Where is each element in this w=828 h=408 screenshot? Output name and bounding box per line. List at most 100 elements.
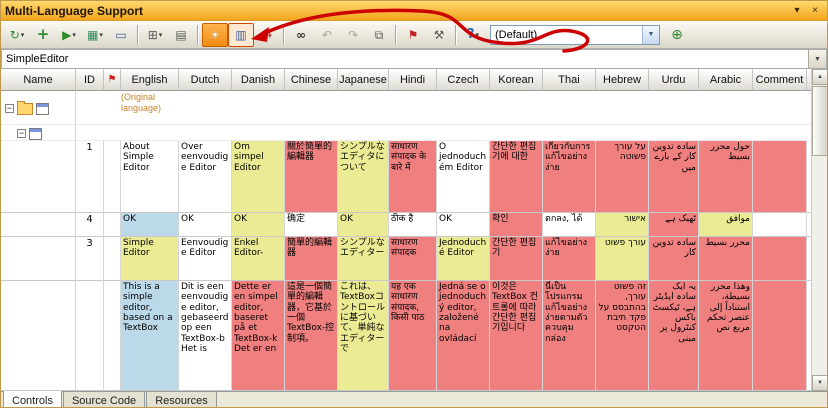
find-prev-button[interactable]: ↶	[314, 23, 340, 47]
tree-cell[interactable]: −	[1, 125, 76, 141]
run-button[interactable]: ▶ ▾	[56, 23, 82, 47]
cell-arabic[interactable]: محرر بسيط	[699, 237, 753, 281]
col-header-comment[interactable]: Comment	[753, 69, 807, 91]
cell-chinese[interactable]: 這是一個簡單的編輯器，它基於一個TextBox-控制項。	[285, 281, 338, 391]
name-cell[interactable]	[1, 141, 76, 213]
col-header-hindi[interactable]: Hindi	[389, 69, 437, 91]
titlebar[interactable]: Multi-Language Support ▾ ×	[1, 1, 827, 21]
id-cell[interactable]	[76, 281, 104, 391]
tab-source-code[interactable]: Source Code	[63, 392, 145, 408]
preview-button[interactable]: ▭	[108, 23, 134, 47]
col-header-danish[interactable]: Danish	[232, 69, 285, 91]
col-header-id[interactable]: ID	[76, 69, 104, 91]
cell-arabic[interactable]: موافق	[699, 213, 753, 237]
col-header-chinese[interactable]: Chinese	[285, 69, 338, 91]
col-header-hebrew[interactable]: Hebrew	[596, 69, 649, 91]
cell-hindi[interactable]: यह एक साधारण संपादक, किसी पाठ	[389, 281, 437, 391]
cell-chinese[interactable]: 關於簡單的編輯器	[285, 141, 338, 213]
cell-dutch[interactable]: Eenvoudige Editor	[179, 237, 232, 281]
cell-dutch[interactable]: Over eenvoudige Editor	[179, 141, 232, 213]
col-header-flag[interactable]: ⚑	[104, 69, 121, 91]
col-header-name[interactable]: Name	[1, 69, 76, 91]
cell-korean[interactable]: 간단한 편집기	[490, 237, 543, 281]
cell-hebrew[interactable]: עורך פשוט	[596, 237, 649, 281]
profile-combobox[interactable]: (Default) ▼	[490, 25, 660, 45]
cell-japanese[interactable]: これは、TextBoxコントロールに基づいて、単純なエディターで	[338, 281, 389, 391]
cell-hindi[interactable]: साधारण संपादक के बारे में	[389, 141, 437, 213]
flag-cell[interactable]	[104, 213, 121, 237]
cell-thai[interactable]: แก้ไขอย่างง่าย	[543, 237, 596, 281]
cell-czech[interactable]: O jednoduchém Editor	[437, 141, 490, 213]
copy-button[interactable]: ⧉	[366, 23, 392, 47]
cell-urdu[interactable]: سادہ تدوین کار	[649, 237, 699, 281]
close-button[interactable]: ×	[807, 4, 823, 18]
tree-row-root[interactable]: − (Original language)	[1, 91, 813, 125]
help-button[interactable]: ? ▾	[460, 23, 486, 47]
cell-urdu[interactable]: یہ ایک سادہ ایڈیٹر ہے، ٹیکسٹ باکس کنٹرول…	[649, 281, 699, 391]
tab-controls[interactable]: Controls	[3, 391, 62, 408]
col-header-thai[interactable]: Thai	[543, 69, 596, 91]
cell-dutch[interactable]: OK	[179, 213, 232, 237]
cell-japanese[interactable]: シンプルなエディター	[338, 237, 389, 281]
collapse-icon[interactable]: −	[17, 129, 26, 138]
cell-czech[interactable]: OK	[437, 213, 490, 237]
id-cell[interactable]: 3	[76, 237, 104, 281]
name-cell[interactable]	[1, 281, 76, 391]
columns-button[interactable]: ▥	[228, 23, 254, 47]
add-view-button[interactable]: ⊞ ▾	[142, 23, 168, 47]
scroll-down-button[interactable]: ▼	[812, 375, 828, 391]
name-cell[interactable]	[1, 237, 76, 281]
cell-czech[interactable]: Jednoduché Editor	[437, 237, 490, 281]
tree-cell[interactable]: −	[1, 91, 76, 125]
cell-english[interactable]: This is a simple editor, based on a Text…	[121, 281, 179, 391]
id-cell[interactable]: 1	[76, 141, 104, 213]
flag-cell[interactable]	[104, 141, 121, 213]
cell-dutch[interactable]: Dit is een eenvoudige editor, gebaseerd …	[179, 281, 232, 391]
cell-hebrew[interactable]: אישור	[596, 213, 649, 237]
editor-combobox[interactable]: SimpleEditor ▼	[1, 49, 827, 69]
cell-thai[interactable]: นี้เป็นโปรแกรมแก้ไขอย่างง่ายตามตัวควบคุม…	[543, 281, 596, 391]
cell-arabic[interactable]: حول محرر بسيط	[699, 141, 753, 213]
window-menu-button[interactable]: ▾	[789, 4, 805, 18]
cell-english[interactable]: Simple Editor	[121, 237, 179, 281]
scrollbar-thumb[interactable]	[812, 86, 828, 156]
cell-urdu[interactable]: سادہ تدوین کار کے بارے میں	[649, 141, 699, 213]
autofit-button[interactable]: ↔	[254, 23, 280, 47]
cell-japanese[interactable]: OK	[338, 213, 389, 237]
id-cell[interactable]: 4	[76, 213, 104, 237]
cell-chinese[interactable]: 确定	[285, 213, 338, 237]
cell-korean[interactable]: 이것은 TextBox 컨트롤에 따라 간단한 편집기입니다	[490, 281, 543, 391]
cell-korean[interactable]: 간단한 편집기에 대한	[490, 141, 543, 213]
find-button[interactable]: ∞	[288, 23, 314, 47]
cell-comment[interactable]	[753, 281, 807, 391]
cell-urdu[interactable]: ٹھیک ہے	[649, 213, 699, 237]
cell-english[interactable]: About Simple Editor	[121, 141, 179, 213]
name-cell[interactable]	[1, 213, 76, 237]
tools-button[interactable]: ⚒	[426, 23, 452, 47]
refresh-button[interactable]: ↻ ▾	[4, 23, 30, 47]
collapse-icon[interactable]: −	[5, 104, 14, 113]
col-header-arabic[interactable]: Arabic	[699, 69, 753, 91]
flag-cell[interactable]	[104, 237, 121, 281]
cell-czech[interactable]: Jedná se o jednoduchý editor, založené n…	[437, 281, 490, 391]
status-colors-button[interactable]: ☀	[202, 23, 228, 47]
combo-arrow-icon[interactable]: ▼	[808, 50, 826, 68]
cell-hebrew[interactable]: זה פשוט עורך, בהתבסס על פקד תיבת הטקסט	[596, 281, 649, 391]
find-next-button[interactable]: ↷	[340, 23, 366, 47]
col-header-czech[interactable]: Czech	[437, 69, 490, 91]
col-header-urdu[interactable]: Urdu	[649, 69, 699, 91]
cell-chinese[interactable]: 簡單的編輯器	[285, 237, 338, 281]
col-header-english[interactable]: English	[121, 69, 179, 91]
combo-arrow-icon[interactable]: ▼	[642, 26, 659, 44]
globe-button[interactable]: ⊕	[664, 23, 690, 47]
cell-comment[interactable]	[753, 213, 807, 237]
vertical-scrollbar[interactable]: ▲ ▼	[811, 69, 827, 391]
cell-comment[interactable]	[753, 237, 807, 281]
cell-japanese[interactable]: シンプルなエディタについて	[338, 141, 389, 213]
cell-thai[interactable]: ตกลง, ได้	[543, 213, 596, 237]
tab-resources[interactable]: Resources	[146, 392, 217, 408]
cell-english[interactable]: OK	[121, 213, 179, 237]
flag-edit-button[interactable]: ⚑	[400, 23, 426, 47]
cell-hindi[interactable]: साधारण संपादक	[389, 237, 437, 281]
cell-danish[interactable]: Om simpel Editor	[232, 141, 285, 213]
